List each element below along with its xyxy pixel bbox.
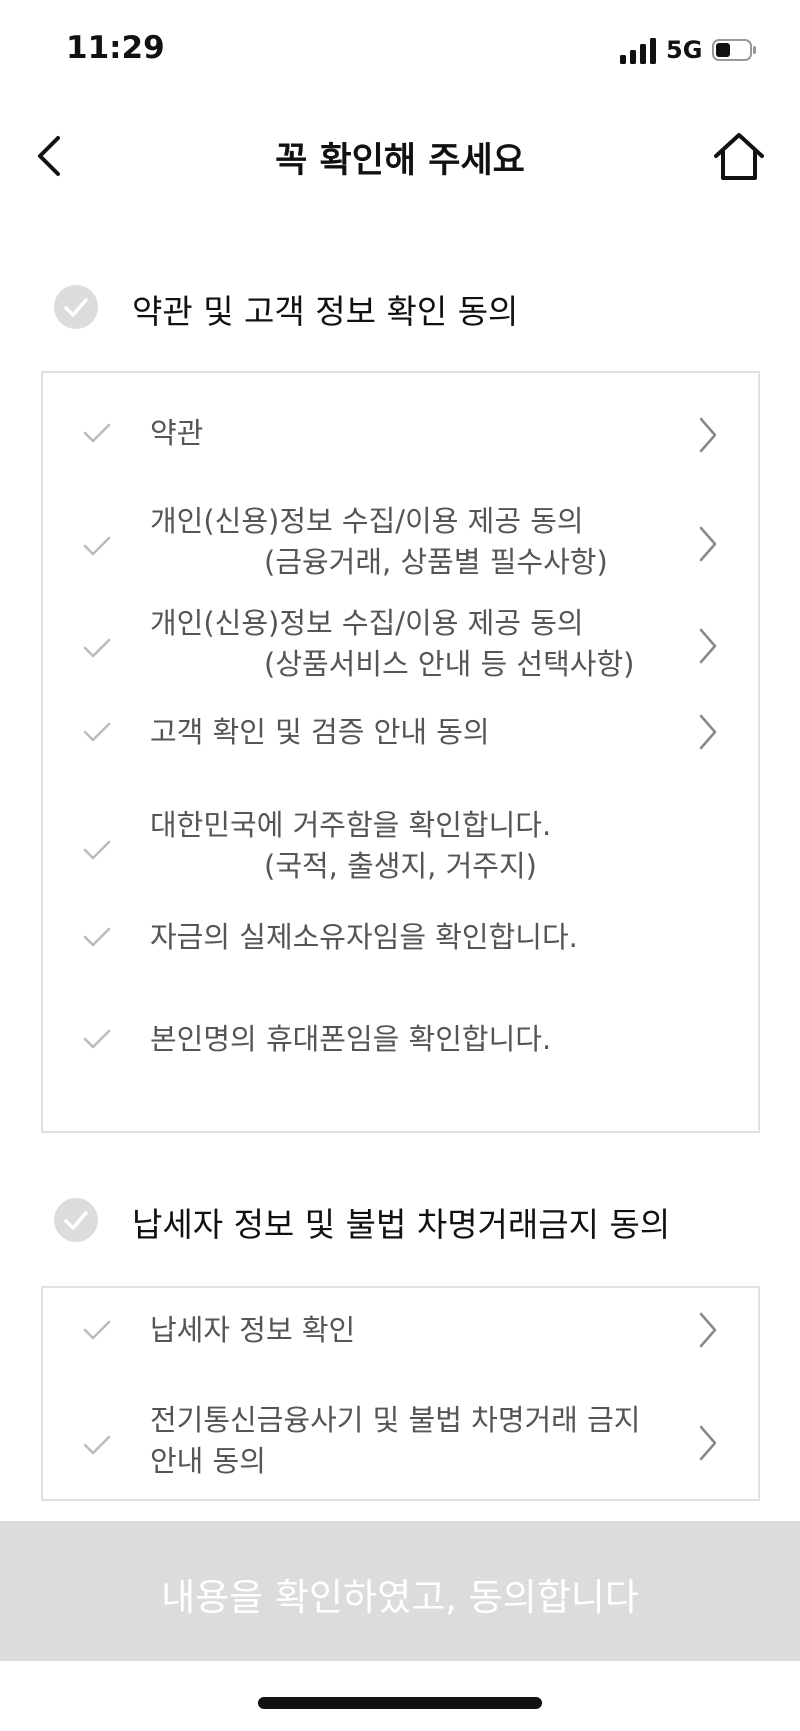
item-label: 개인(신용)정보 수집/이용 제공 동의 (150, 606, 584, 640)
item-label: 개인(신용)정보 수집/이용 제공 동의 (150, 504, 584, 538)
item-label: 자금의 실제소유자임을 확인합니다. (150, 920, 578, 954)
item-label: 납세자 정보 확인 (150, 1313, 356, 1347)
check-icon (83, 1320, 111, 1340)
check-icon (83, 1029, 111, 1049)
status-time: 11:29 (66, 30, 165, 66)
check-icon (64, 298, 88, 317)
check-icon (83, 840, 111, 860)
section-tax-header[interactable]: 납세자 정보 및 불법 차명거래금지 동의 (52, 1192, 772, 1252)
home-icon[interactable] (712, 130, 766, 184)
chevron-right-icon[interactable] (693, 524, 721, 564)
item-sublabel: (국적, 출생지, 거주지) (264, 849, 537, 883)
section-terms-title: 약관 및 고객 정보 확인 동의 (132, 292, 519, 331)
list-item-customer-verification[interactable]: 고객 확인 및 검증 안내 동의 (43, 702, 758, 762)
terms-list: 약관 개인(신용)정보 수집/이용 제공 동의 (금융거래, 상품별 필수사항)… (41, 371, 760, 1133)
check-all-terms[interactable] (54, 285, 98, 329)
chevron-right-icon[interactable] (693, 712, 721, 752)
list-item-privacy-required[interactable]: 개인(신용)정보 수집/이용 제공 동의 (금융거래, 상품별 필수사항) (43, 499, 758, 589)
chevron-right-icon[interactable] (693, 415, 721, 455)
check-icon (83, 1435, 111, 1455)
network-label: 5G (666, 36, 703, 64)
check-icon (83, 638, 111, 658)
check-all-tax[interactable] (54, 1198, 98, 1242)
section-terms-header[interactable]: 약관 및 고객 정보 확인 동의 (52, 279, 772, 339)
battery-icon (712, 39, 756, 61)
status-bar: 11:29 5G (0, 0, 800, 100)
app-header: 꼭 확인해 주세요 (0, 110, 800, 202)
check-icon (83, 722, 111, 742)
item-label: 대한민국에 거주함을 확인합니다. (150, 808, 552, 842)
item-sublabel: 안내 동의 (150, 1444, 266, 1478)
check-icon (83, 536, 111, 556)
list-item-residency[interactable]: 대한민국에 거주함을 확인합니다. (국적, 출생지, 거주지) (43, 803, 758, 893)
item-label: 본인명의 휴대폰임을 확인합니다. (150, 1022, 552, 1056)
list-item-phone-owner[interactable]: 본인명의 휴대폰임을 확인합니다. (43, 1009, 758, 1069)
home-indicator (258, 1697, 542, 1709)
list-item-fraud-notice[interactable]: 전기통신금융사기 및 불법 차명거래 금지 안내 동의 (43, 1398, 758, 1488)
item-sublabel: (금융거래, 상품별 필수사항) (264, 545, 608, 579)
page-title: 꼭 확인해 주세요 (275, 141, 525, 181)
chevron-right-icon[interactable] (693, 626, 721, 666)
check-icon (83, 927, 111, 947)
item-label: 전기통신금융사기 및 불법 차명거래 금지 (150, 1403, 641, 1437)
check-icon (83, 423, 111, 443)
tax-list: 납세자 정보 확인 전기통신금융사기 및 불법 차명거래 금지 안내 동의 (41, 1286, 760, 1501)
signal-icon (620, 38, 656, 64)
chevron-right-icon[interactable] (693, 1310, 721, 1350)
item-label: 약관 (150, 416, 204, 450)
list-item-privacy-optional[interactable]: 개인(신용)정보 수집/이용 제공 동의 (상품서비스 안내 등 선택사항) (43, 601, 758, 691)
agree-button[interactable]: 내용을 확인하였고, 동의합니다 (0, 1521, 800, 1661)
chevron-right-icon[interactable] (693, 1423, 721, 1463)
item-label: 고객 확인 및 검증 안내 동의 (150, 715, 490, 749)
check-icon (64, 1211, 88, 1230)
list-item-beneficial-owner[interactable]: 자금의 실제소유자임을 확인합니다. (43, 907, 758, 967)
agree-label: 내용을 확인하였고, 동의합니다 (161, 1576, 639, 1619)
list-item-terms[interactable]: 약관 (43, 403, 758, 463)
section-tax-title: 납세자 정보 및 불법 차명거래금지 동의 (132, 1205, 671, 1244)
list-item-taxpayer-info[interactable]: 납세자 정보 확인 (43, 1300, 758, 1360)
item-sublabel: (상품서비스 안내 등 선택사항) (264, 647, 635, 681)
